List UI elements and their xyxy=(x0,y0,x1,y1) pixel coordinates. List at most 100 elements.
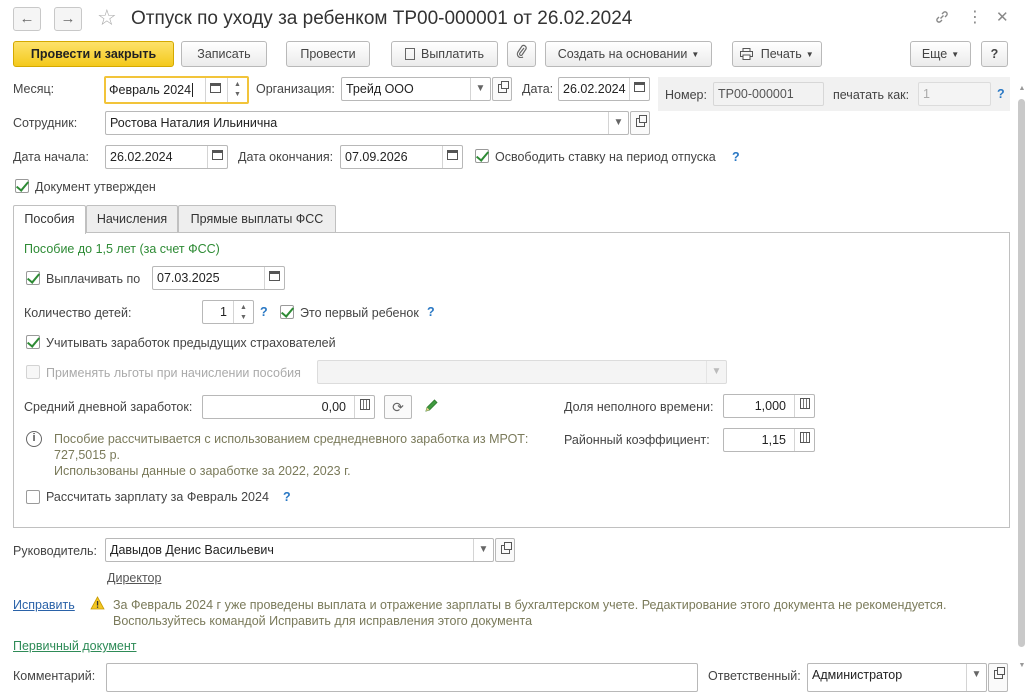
approved-label: Документ утвержден xyxy=(35,180,156,194)
manager-field[interactable]: Давыдов Денис Васильевич ▼ xyxy=(105,538,494,562)
first-child-help-icon[interactable]: ? xyxy=(427,305,435,319)
save-button[interactable]: Записать xyxy=(181,41,267,67)
free-rate-label: Освободить ставку на период отпуска xyxy=(495,150,716,164)
pay-button[interactable]: Выплатить xyxy=(391,41,498,67)
approved-checkbox[interactable] xyxy=(15,179,29,193)
chevron-down-icon: ▼ xyxy=(951,50,960,59)
scroll-up-icon[interactable]: ▲ xyxy=(1017,84,1027,94)
calendar-icon[interactable] xyxy=(207,146,227,168)
text-cursor xyxy=(192,83,194,97)
children-count-label: Количество детей: xyxy=(24,306,132,320)
favorite-star-icon[interactable]: ☆ xyxy=(97,5,117,31)
open-organization-button[interactable] xyxy=(492,77,512,101)
start-date-field[interactable]: 26.02.2024 xyxy=(105,145,228,169)
chevron-down-icon[interactable]: ▼ xyxy=(470,78,490,100)
date-field[interactable]: 26.02.2024 xyxy=(558,77,650,101)
chevron-down-icon: ▼ xyxy=(691,50,700,59)
calculator-icon[interactable] xyxy=(794,429,814,451)
organization-field[interactable]: Трейд ООО ▼ xyxy=(341,77,491,101)
more-menu-icon[interactable]: ⋮ xyxy=(967,9,983,27)
attach-button[interactable] xyxy=(507,41,536,67)
employee-label: Сотрудник: xyxy=(13,116,78,130)
warning-text: За Февраль 2024 г уже проведены выплата … xyxy=(113,598,947,628)
chevron-down-icon[interactable]: ▼ xyxy=(966,664,986,691)
refresh-button[interactable]: ⟳ xyxy=(384,395,412,419)
benefit-section-title: Пособие до 1,5 лет (за счет ФСС) xyxy=(24,242,220,256)
avg-earnings-field[interactable]: 0,00 xyxy=(202,395,375,419)
free-rate-help-icon[interactable]: ? xyxy=(732,150,740,164)
children-help-icon[interactable]: ? xyxy=(260,305,268,319)
prev-insurers-checkbox[interactable] xyxy=(26,335,40,349)
calendar-icon[interactable] xyxy=(442,146,462,168)
chevron-down-icon[interactable]: ▼ xyxy=(706,361,726,383)
print-as-field[interactable]: 1 xyxy=(918,82,991,106)
regional-coef-label: Районный коэффициент: xyxy=(564,433,710,447)
end-date-field[interactable]: 07.09.2026 xyxy=(340,145,463,169)
employee-field[interactable]: Ростова Наталия Ильинична ▼ xyxy=(105,111,629,135)
calendar-icon[interactable] xyxy=(264,267,284,289)
regional-coef-field[interactable]: 1,15 xyxy=(723,428,815,452)
open-responsible-button[interactable] xyxy=(988,663,1008,692)
number-field[interactable]: ТР00-000001 xyxy=(713,82,824,106)
month-field[interactable]: Февраль 2024 ▲ ▼ xyxy=(104,76,249,104)
comment-field[interactable] xyxy=(106,663,698,692)
forward-button[interactable]: → xyxy=(54,7,82,31)
paperclip-icon xyxy=(516,44,528,61)
stepper-arrows-icon[interactable]: ▲ ▼ xyxy=(233,301,253,323)
privileges-checkbox[interactable] xyxy=(26,365,40,379)
month-stepper[interactable]: ▲ ▼ xyxy=(227,78,247,102)
open-manager-button[interactable] xyxy=(495,538,515,562)
warning-icon xyxy=(90,596,105,613)
date-label: Дата: xyxy=(522,82,554,96)
month-label: Месяц: xyxy=(13,82,55,96)
free-rate-checkbox[interactable] xyxy=(475,149,489,163)
chevron-down-icon[interactable]: ▼ xyxy=(608,112,628,134)
close-icon[interactable]: ✕ xyxy=(996,9,1009,27)
print-as-label: печатать как: xyxy=(833,88,910,102)
pencil-edit-icon[interactable] xyxy=(424,398,439,416)
print-as-help-icon[interactable]: ? xyxy=(997,87,1005,101)
calendar-icon[interactable] xyxy=(205,78,225,102)
comment-label: Комментарий: xyxy=(13,669,96,683)
create-based-on-button[interactable]: Создать на основании ▼ xyxy=(545,41,712,67)
pay-until-checkbox[interactable] xyxy=(26,271,40,285)
calculator-icon[interactable] xyxy=(794,395,814,417)
number-label: Номер: xyxy=(665,88,707,102)
calculator-icon[interactable] xyxy=(354,396,374,418)
scroll-down-icon[interactable]: ▼ xyxy=(1017,661,1027,671)
open-employee-button[interactable] xyxy=(630,111,650,135)
part-time-label: Доля неполного времени: xyxy=(564,400,714,414)
document-icon xyxy=(404,48,415,60)
privileges-field[interactable]: ▼ xyxy=(317,360,727,384)
first-child-label: Это первый ребенок xyxy=(300,306,419,320)
chevron-down-icon[interactable]: ▼ xyxy=(473,539,493,561)
open-icon xyxy=(497,81,509,93)
primary-document-link[interactable]: Первичный документ xyxy=(13,639,137,653)
more-button[interactable]: Еще ▼ xyxy=(910,41,971,67)
pay-until-field[interactable]: 07.03.2025 xyxy=(152,266,285,290)
fix-link[interactable]: Исправить xyxy=(13,598,75,612)
first-child-checkbox[interactable] xyxy=(280,305,294,319)
page-title: Отпуск по уходу за ребенком ТР00-000001 … xyxy=(131,8,633,29)
link-icon[interactable] xyxy=(934,9,950,30)
calc-salary-checkbox[interactable] xyxy=(26,490,40,504)
arrow-left-icon: ← xyxy=(19,10,35,27)
scrollbar-thumb[interactable] xyxy=(1018,99,1025,647)
refresh-icon: ⟳ xyxy=(392,399,404,415)
tab-fss-direct-payments[interactable]: Прямые выплаты ФСС xyxy=(178,205,336,233)
calendar-icon[interactable] xyxy=(629,78,649,100)
printer-icon xyxy=(740,47,760,61)
post-and-close-button[interactable]: Провести и закрыть xyxy=(13,41,174,67)
print-button[interactable]: Печать ▼ xyxy=(732,41,822,67)
children-count-stepper[interactable]: 1 ▲ ▼ xyxy=(202,300,254,324)
back-button[interactable]: ← xyxy=(13,7,41,31)
calc-salary-help-icon[interactable]: ? xyxy=(283,490,291,504)
part-time-field[interactable]: 1,000 xyxy=(723,394,815,418)
open-icon xyxy=(635,115,647,127)
manager-position-link[interactable]: Директор xyxy=(107,571,161,585)
tab-accruals[interactable]: Начисления xyxy=(86,205,178,233)
responsible-field[interactable]: Администратор ▼ xyxy=(807,663,987,692)
help-button[interactable]: ? xyxy=(981,41,1008,67)
tab-benefits[interactable]: Пособия xyxy=(13,205,86,234)
post-button[interactable]: Провести xyxy=(286,41,370,67)
